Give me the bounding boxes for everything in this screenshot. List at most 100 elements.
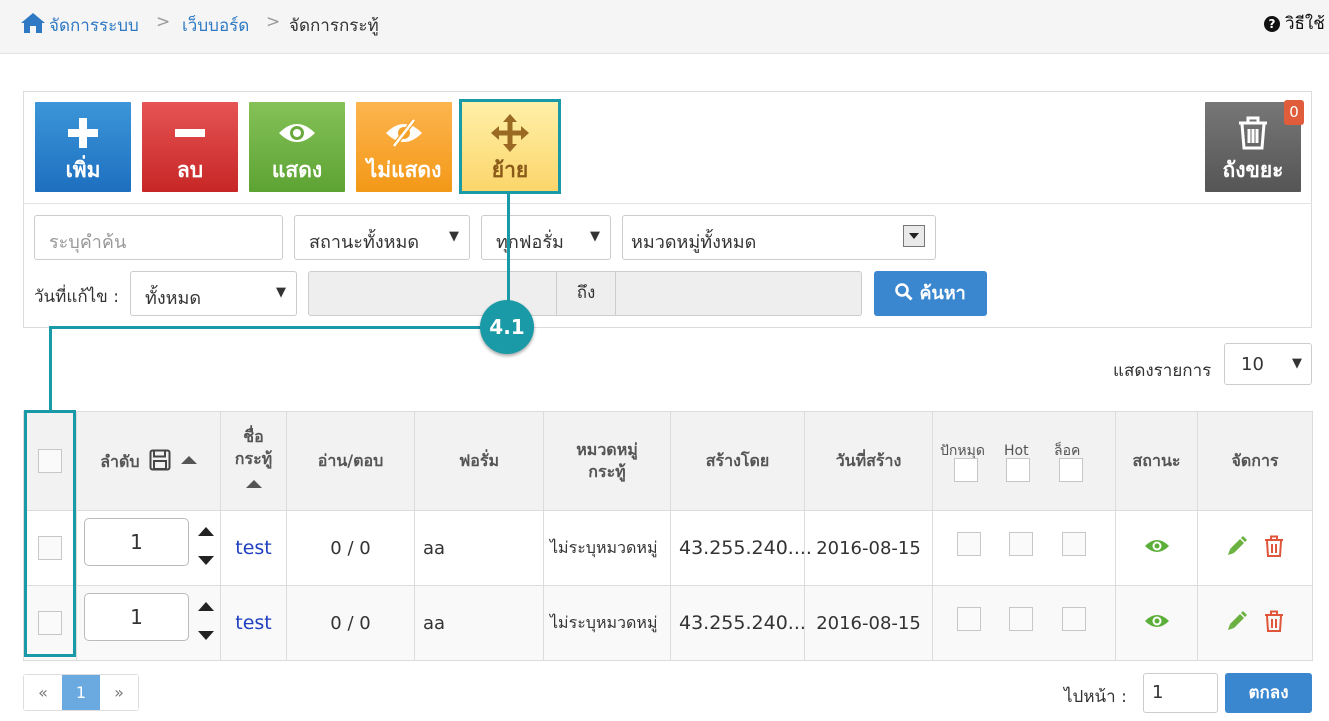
per-page-label: แสดงรายการ — [1113, 361, 1212, 381]
flags-header: ปักหมุด Hot ล็อค — [932, 411, 1116, 511]
breadcrumb-home[interactable]: จัดการระบบ — [49, 12, 139, 39]
goto-ok-button[interactable]: ตกลง — [1225, 673, 1312, 713]
flags-cell — [932, 510, 1116, 586]
panel-divider — [23, 203, 1312, 204]
lock-all-checkbox[interactable] — [1059, 458, 1083, 482]
pin-all-checkbox[interactable] — [954, 458, 978, 482]
prev-page-button[interactable]: « — [24, 675, 62, 710]
status-select[interactable]: สถานะทั้งหมด ▼ — [294, 215, 470, 260]
delete-label: ลบ — [176, 158, 204, 182]
lock-checkbox[interactable] — [1062, 532, 1086, 556]
move-up-icon[interactable] — [198, 602, 214, 611]
eye-slash-icon — [356, 116, 452, 150]
sort-asc-icon[interactable] — [180, 456, 197, 464]
topic-link[interactable]: test — [235, 612, 272, 634]
status-cell — [1115, 585, 1198, 661]
flags-cell — [932, 585, 1116, 661]
topics-table: ลำดับ ชื่อ กระทู้ อ่าน/ตอบ ฟอรั่ม หมวดหมู… — [23, 411, 1313, 661]
status-cell — [1115, 510, 1198, 586]
callout-line — [49, 326, 52, 412]
created-by-cell: 43.255.240.... — [670, 510, 812, 586]
callout-line — [49, 326, 481, 329]
category-select[interactable]: หมวดหมู่ทั้งหมด — [622, 215, 936, 260]
forum-select[interactable]: ทุกฟอรั่ม ▼ — [481, 215, 611, 260]
eye-icon[interactable] — [1144, 612, 1170, 630]
search-input[interactable]: ระบุคำค้น — [34, 215, 283, 260]
order-cell: 1 — [76, 510, 221, 586]
date-label: วันที่แก้ไข : — [34, 287, 119, 307]
move-up-icon[interactable] — [198, 527, 214, 536]
date-to-input[interactable] — [616, 272, 861, 315]
category-header-line1: หมวดหมู่ — [576, 440, 638, 459]
eye-icon — [249, 116, 345, 150]
date-select[interactable]: ทั้งหมด ▼ — [130, 271, 297, 316]
order-header[interactable]: ลำดับ — [76, 411, 221, 511]
topic-name-cell: test — [220, 510, 287, 586]
move-down-icon[interactable] — [198, 556, 214, 565]
range-to-label: ถึง — [556, 272, 616, 315]
order-cell: 1 — [76, 585, 221, 661]
category-cell: ไม่ระบุหมวดหมู่ — [543, 585, 671, 661]
status-select-value: สถานะทั้งหมด — [309, 232, 420, 253]
category-header-line2: กระทู้ — [588, 462, 626, 481]
add-button[interactable]: เพิ่ม — [35, 102, 131, 192]
category-select-value: หมวดหมู่ทั้งหมด — [631, 232, 757, 253]
category-cell: ไม่ระบุหมวดหมู่ — [543, 510, 671, 586]
topic-name-cell: test — [220, 585, 287, 661]
manage-cell — [1197, 510, 1313, 586]
search-button[interactable]: ค้นหา — [874, 271, 987, 316]
home-icon[interactable] — [20, 12, 46, 38]
hide-button[interactable]: ไม่แสดง — [356, 102, 452, 192]
hot-all-checkbox[interactable] — [1006, 458, 1030, 482]
hide-label: ไม่แสดง — [366, 158, 442, 182]
created-date-cell: 2016-08-15 — [804, 510, 933, 586]
created-date-header: วันที่สร้าง — [804, 411, 933, 511]
lock-checkbox[interactable] — [1062, 607, 1086, 631]
name-header-line2: กระทู้ — [234, 448, 273, 468]
search-icon — [895, 283, 913, 301]
sort-asc-icon[interactable] — [245, 479, 262, 488]
hot-checkbox[interactable] — [1009, 607, 1033, 631]
breadcrumb-webboard[interactable]: เว็บบอร์ด — [182, 12, 249, 39]
edit-pencil-icon[interactable] — [1226, 610, 1248, 632]
hot-checkbox[interactable] — [1009, 532, 1033, 556]
eye-icon[interactable] — [1144, 537, 1170, 555]
read-reply-cell: 0 / 0 — [286, 585, 415, 661]
goto-page-input[interactable]: 1 — [1143, 673, 1218, 713]
per-page-value: 10 — [1241, 354, 1264, 375]
pagination: « 1 » — [23, 674, 139, 711]
caret-down-icon: ▼ — [276, 285, 286, 300]
order-input[interactable]: 1 — [84, 518, 189, 566]
order-input[interactable]: 1 — [84, 593, 189, 641]
delete-trash-icon[interactable] — [1264, 610, 1284, 632]
breadcrumb-separator: > — [156, 12, 171, 32]
save-icon[interactable] — [149, 449, 171, 471]
move-down-icon[interactable] — [198, 631, 214, 640]
question-circle-icon: ? — [1264, 16, 1280, 32]
forum-cell: aa — [414, 585, 544, 661]
delete-button[interactable]: ลบ — [142, 102, 238, 192]
caret-down-icon: ▼ — [590, 229, 600, 244]
read-reply-header: อ่าน/ตอบ — [286, 411, 415, 511]
table-row: 1 test 0 / 0 aa ไม่ระบุหมวดหมู่ 43.255.2… — [23, 585, 1313, 661]
trash-label: ถังขยะ — [1222, 158, 1284, 182]
name-header-line1: ชื่อ — [243, 426, 264, 446]
pin-checkbox[interactable] — [957, 607, 981, 631]
delete-trash-icon[interactable] — [1264, 535, 1284, 557]
created-by-cell: 43.255.240.... — [670, 585, 812, 661]
show-button[interactable]: แสดง — [249, 102, 345, 192]
topic-link[interactable]: test — [235, 537, 272, 559]
page-1-button[interactable]: 1 — [62, 675, 100, 710]
callout-line — [507, 194, 510, 302]
help-link[interactable]: ? วิธีใช้ — [1264, 10, 1325, 37]
pin-checkbox[interactable] — [957, 532, 981, 556]
next-page-button[interactable]: » — [100, 675, 138, 710]
per-page-select[interactable]: 10 ▼ — [1224, 343, 1312, 385]
read-reply-cell: 0 / 0 — [286, 510, 415, 586]
move-highlight-box — [459, 99, 561, 194]
category-header: หมวดหมู่กระทู้ — [543, 411, 671, 511]
name-header[interactable]: ชื่อ กระทู้ — [220, 411, 287, 511]
created-date-cell: 2016-08-15 — [804, 585, 933, 661]
dropdown-arrow-icon[interactable] — [903, 225, 925, 247]
edit-pencil-icon[interactable] — [1226, 535, 1248, 557]
